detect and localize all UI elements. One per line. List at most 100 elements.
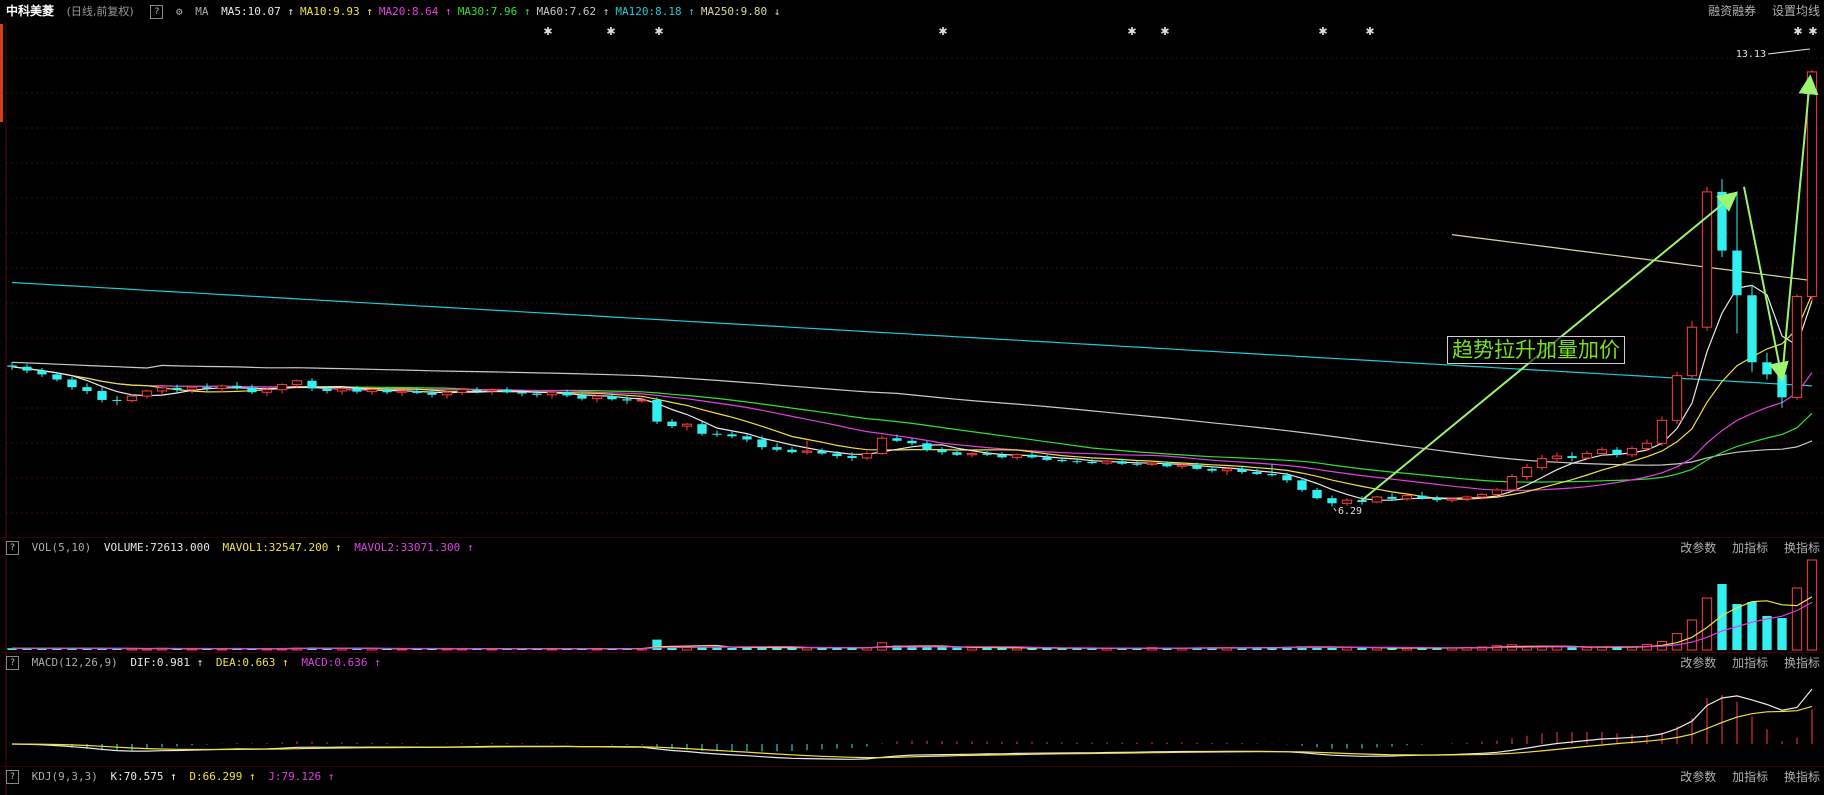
candle-body (396, 390, 408, 393)
candle-body (681, 423, 693, 427)
volume-bar (1701, 597, 1713, 651)
candle-body (772, 447, 782, 450)
candle-body (966, 453, 978, 456)
kline-chart: ✱ ✱ ✱ ✱ ✱ ✱ ✱ ✱ ✱ ✱ 13.13 6.29 (5, 22, 1824, 795)
candle-body (52, 374, 62, 380)
candle-body (1357, 500, 1367, 503)
candle-body (486, 389, 498, 392)
candle-body (1101, 460, 1113, 464)
mavol1-line (11, 596, 1813, 650)
event-marker-icon: ✱ (543, 25, 552, 38)
candle-body (1461, 496, 1473, 500)
event-marker-icon: ✱ (1318, 25, 1327, 38)
candle-body (697, 424, 707, 434)
candle-body (1087, 461, 1097, 464)
kdj-switch-indicator[interactable]: 换指标 (1784, 770, 1820, 784)
kdj-add-indicator[interactable]: 加指标 (1732, 770, 1768, 784)
vol-add-indicator[interactable]: 加指标 (1732, 541, 1768, 555)
candle-body (1327, 498, 1337, 504)
candle-body (1057, 459, 1067, 462)
vol-switch-indicator[interactable]: 换指标 (1784, 541, 1820, 555)
candle-body (1791, 296, 1803, 398)
candle-body (1371, 496, 1383, 503)
candle-body (997, 454, 1007, 458)
candle-body (37, 370, 47, 375)
candle-body (861, 453, 873, 459)
event-marker-icon: ✱ (1793, 25, 1802, 38)
candle-body (636, 399, 648, 402)
candle-body (141, 390, 153, 397)
candle-body (1536, 458, 1548, 469)
candle-body (832, 453, 842, 457)
candle-body (1732, 250, 1742, 296)
kdj-change-params[interactable]: 改参数 (1680, 770, 1716, 784)
kdj-k: K:70.575 ↑ (110, 770, 177, 783)
candle-body (1626, 447, 1638, 456)
candle-body (622, 399, 632, 401)
volume-bar (922, 647, 932, 650)
macd-label: MACD(12,26,9) (31, 656, 118, 669)
candle-body (1192, 465, 1202, 469)
candle-body (1581, 453, 1593, 459)
macd-dif: DIF:0.981 ↑ (130, 656, 204, 669)
candle-body (667, 421, 677, 427)
volume-bar (1717, 584, 1727, 650)
volume-bar (1806, 559, 1818, 651)
candle-body (427, 392, 437, 395)
volume-bar (1357, 648, 1367, 650)
macd-add-indicator[interactable]: 加指标 (1732, 656, 1768, 670)
candle-body (67, 379, 77, 388)
vol-mavol2: MAVOL2:33071.300 ↑ (354, 541, 474, 554)
candle-body (352, 388, 362, 392)
candle-body (1551, 455, 1563, 460)
candle-body (472, 389, 482, 391)
kdj-separator (0, 766, 1824, 767)
candle-body (1207, 468, 1217, 471)
vol-separator (0, 537, 1824, 538)
candle-body (1446, 498, 1458, 501)
candle-body (82, 387, 92, 391)
candle-body (1671, 375, 1683, 421)
macd-switch-indicator[interactable]: 换指标 (1784, 656, 1820, 670)
macd-change-params[interactable]: 改参数 (1680, 656, 1716, 670)
candle-body (336, 387, 348, 392)
candle-body (1162, 463, 1172, 467)
candle-body (1252, 472, 1262, 474)
high-price-label: 13.13 (1736, 49, 1766, 60)
candle-body (591, 395, 603, 400)
vol-header: ? VOL(5,10) VOLUME:72613.000 MAVOL1:3254… (2, 539, 1502, 557)
macd-header: ? MACD(12,26,9) DIF:0.981 ↑ DEA:0.663 ↑ … (2, 654, 1502, 672)
candle-body (1567, 456, 1577, 458)
candle-body (322, 388, 332, 391)
candle-body (1596, 449, 1608, 455)
candle-body (1762, 362, 1772, 375)
candle-body (412, 390, 422, 393)
candle-body (261, 389, 273, 393)
candle-body (1686, 326, 1698, 377)
candle-body (817, 450, 827, 454)
volume-bar (1747, 602, 1757, 650)
vol-help-icon[interactable]: ? (6, 541, 19, 555)
event-marker-icon: ✱ (938, 25, 947, 38)
macd-links: 改参数 加指标 换指标 (1668, 654, 1820, 671)
candle-body (22, 366, 32, 371)
macd-help-icon[interactable]: ? (6, 656, 19, 670)
volume-bar (1567, 647, 1577, 650)
candle-body (577, 395, 587, 399)
volume-bar (1777, 618, 1787, 650)
candle-body (517, 392, 527, 394)
event-marker-icon: ✱ (654, 25, 663, 38)
candle-body (441, 391, 453, 396)
candle-body (202, 387, 212, 389)
candle-body (126, 395, 138, 402)
candle-body (562, 392, 572, 396)
candle-body (1011, 454, 1023, 458)
kdj-help-icon[interactable]: ? (6, 770, 19, 784)
vol-label: VOL(5,10) (31, 541, 92, 554)
candle-body (366, 389, 378, 393)
candle-body (112, 399, 122, 401)
candle-body (97, 390, 107, 400)
volume-bar (937, 647, 947, 650)
candle-body (1237, 468, 1247, 473)
vol-change-params[interactable]: 改参数 (1680, 541, 1716, 555)
